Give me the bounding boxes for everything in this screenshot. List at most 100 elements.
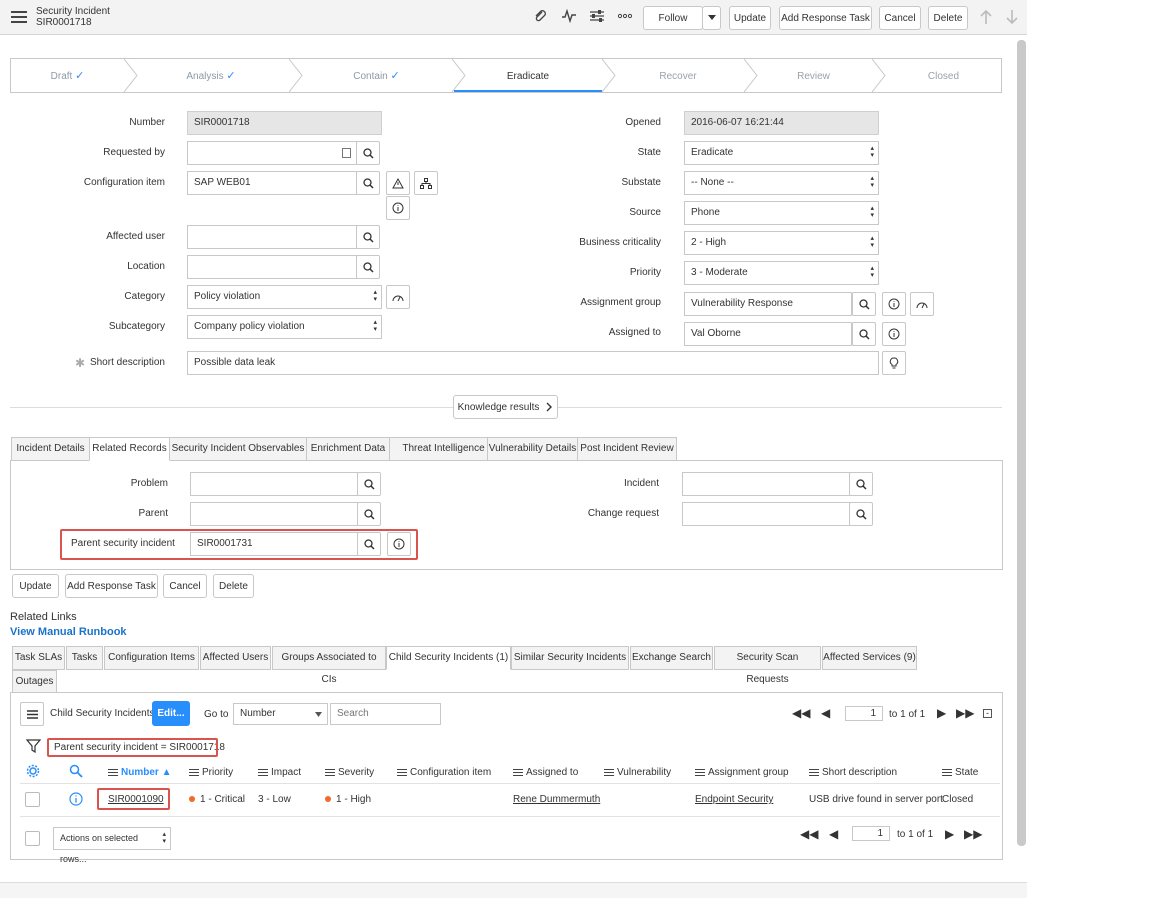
problem-lookup-button[interactable]	[357, 472, 381, 496]
header-update-button[interactable]: Update	[729, 6, 771, 30]
change-request-field[interactable]	[682, 502, 850, 526]
column-header-vulnerability[interactable]: Vulnerability	[604, 767, 671, 778]
tab-configuration-items[interactable]: Configuration Items	[104, 646, 199, 670]
change-request-lookup-button[interactable]	[849, 502, 873, 526]
tab-threat-intelligence[interactable]: Threat Intelligence	[389, 437, 488, 461]
activity-icon[interactable]	[560, 8, 578, 27]
configuration-item-lookup-button[interactable]	[356, 171, 380, 195]
bottom-page-number-input[interactable]: 1	[852, 826, 890, 841]
configuration-item-field[interactable]: SAP WEB01	[187, 171, 357, 195]
state-select[interactable]: Eradicate	[684, 141, 879, 165]
tab-affected-users[interactable]: Affected Users	[200, 646, 271, 670]
tab-child-security-incidents[interactable]: Child Security Incidents (1)	[386, 646, 511, 670]
column-header-assignment-group[interactable]: Assignment group	[695, 767, 789, 778]
requested-by-field[interactable]	[187, 141, 357, 165]
previous-page-icon[interactable]: ◀	[821, 706, 830, 720]
suggestion-button[interactable]	[882, 351, 906, 375]
substate-select[interactable]: -- None --	[684, 171, 879, 195]
assignment-group-info-button[interactable]	[882, 292, 906, 316]
assignment-group-gauge-button[interactable]	[910, 292, 934, 316]
collapse-icon[interactable]: -	[983, 709, 992, 718]
next-record-arrow-icon[interactable]	[1003, 9, 1021, 27]
header-delete-button[interactable]: Delete	[928, 6, 968, 30]
affected-user-lookup-button[interactable]	[356, 225, 380, 249]
source-select[interactable]: Phone	[684, 201, 879, 225]
edit-button[interactable]: Edit...	[152, 701, 190, 726]
bottom-next-page-icon[interactable]: ▶	[945, 827, 954, 841]
assigned-to-info-button[interactable]	[882, 322, 906, 346]
ci-dependency-map-button[interactable]	[414, 171, 438, 195]
row-assignment-group-link[interactable]: Endpoint Security	[695, 794, 773, 805]
tab-exchange-search[interactable]: Exchange Search	[630, 646, 713, 670]
parent-field[interactable]	[190, 502, 358, 526]
subcategory-select[interactable]: Company policy violation	[187, 315, 382, 339]
list-search-input[interactable]	[330, 703, 441, 725]
category-gauge-button[interactable]	[386, 285, 410, 309]
delete-button[interactable]: Delete	[213, 574, 254, 598]
more-options-icon[interactable]	[616, 9, 634, 27]
page-number-input[interactable]: 1	[845, 706, 883, 721]
column-header-short-description[interactable]: Short description	[809, 767, 897, 778]
assigned-to-lookup-button[interactable]	[852, 322, 876, 346]
ci-info-button[interactable]	[386, 196, 410, 220]
tab-outages[interactable]: Outages	[12, 670, 57, 694]
actions-on-selected-select[interactable]: Actions on selected rows...	[53, 827, 171, 864]
menu-icon[interactable]	[11, 11, 27, 23]
add-response-task-button[interactable]: Add Response Task	[65, 574, 158, 598]
requested-by-lookup-button[interactable]	[356, 141, 380, 165]
location-lookup-button[interactable]	[356, 255, 380, 279]
column-header-priority[interactable]: Priority	[189, 767, 233, 778]
priority-select[interactable]: 3 - Moderate	[684, 261, 879, 285]
column-header-impact[interactable]: Impact	[258, 767, 301, 778]
bottom-last-page-icon[interactable]: ▶▶	[964, 827, 982, 841]
tab-enrichment-data[interactable]: Enrichment Data	[306, 437, 390, 461]
tab-similar-security-incidents[interactable]: Similar Security Incidents	[511, 646, 629, 670]
parent-lookup-button[interactable]	[357, 502, 381, 526]
column-header-state[interactable]: State	[942, 767, 978, 778]
assignment-group-lookup-button[interactable]	[852, 292, 876, 316]
first-page-icon[interactable]: ◀◀	[792, 706, 810, 720]
incident-lookup-button[interactable]	[849, 472, 873, 496]
vertical-scrollbar[interactable]	[1017, 40, 1026, 846]
personalize-list-gear-icon[interactable]	[26, 764, 40, 778]
tab-affected-services[interactable]: Affected Services (9)	[822, 646, 917, 670]
row-select-checkbox[interactable]	[25, 792, 40, 807]
previous-record-arrow-icon[interactable]	[977, 9, 995, 27]
tab-security-incident-observables[interactable]: Security Incident Observables	[169, 437, 307, 461]
assignment-group-field[interactable]: Vulnerability Response	[684, 292, 852, 316]
view-manual-runbook-link[interactable]: View Manual Runbook	[10, 626, 127, 638]
select-all-checkbox[interactable]	[25, 831, 40, 846]
row-preview-info-icon[interactable]	[69, 792, 83, 806]
contact-card-icon[interactable]	[342, 148, 351, 158]
tab-incident-details[interactable]: Incident Details	[11, 437, 90, 461]
filter-icon[interactable]	[26, 739, 41, 753]
tab-post-incident-review[interactable]: Post Incident Review	[577, 437, 677, 461]
short-description-field[interactable]: Possible data leak	[187, 351, 879, 375]
follow-button[interactable]: Follow	[643, 6, 703, 30]
knowledge-results-button[interactable]: Knowledge results	[453, 395, 558, 419]
category-select[interactable]: Policy violation	[187, 285, 382, 309]
problem-field[interactable]	[190, 472, 358, 496]
bottom-first-page-icon[interactable]: ◀◀	[800, 827, 818, 841]
follow-dropdown-button[interactable]	[702, 6, 721, 30]
goto-field-select[interactable]: Number	[233, 703, 328, 725]
last-page-icon[interactable]: ▶▶	[956, 706, 974, 720]
column-header-severity[interactable]: Severity	[325, 767, 374, 778]
tab-security-scan-requests[interactable]: Security Scan Requests	[714, 646, 821, 685]
tab-task-slas[interactable]: Task SLAs	[12, 646, 65, 670]
assigned-to-field[interactable]: Val Oborne	[684, 322, 852, 346]
next-page-icon[interactable]: ▶	[937, 706, 946, 720]
column-header-assigned-to[interactable]: Assigned to	[513, 767, 578, 778]
incident-field[interactable]	[682, 472, 850, 496]
list-context-menu-button[interactable]	[20, 702, 44, 726]
header-add-response-task-button[interactable]: Add Response Task	[779, 6, 872, 30]
bottom-previous-page-icon[interactable]: ◀	[829, 827, 838, 841]
attachment-icon[interactable]	[531, 9, 549, 27]
ci-warning-button[interactable]	[386, 171, 410, 195]
cancel-button[interactable]: Cancel	[163, 574, 207, 598]
update-button[interactable]: Update	[12, 574, 59, 598]
tab-vulnerability-details[interactable]: Vulnerability Details	[487, 437, 578, 461]
column-search-icon[interactable]	[69, 764, 83, 778]
header-cancel-button[interactable]: Cancel	[879, 6, 921, 30]
tab-tasks[interactable]: Tasks	[66, 646, 103, 670]
